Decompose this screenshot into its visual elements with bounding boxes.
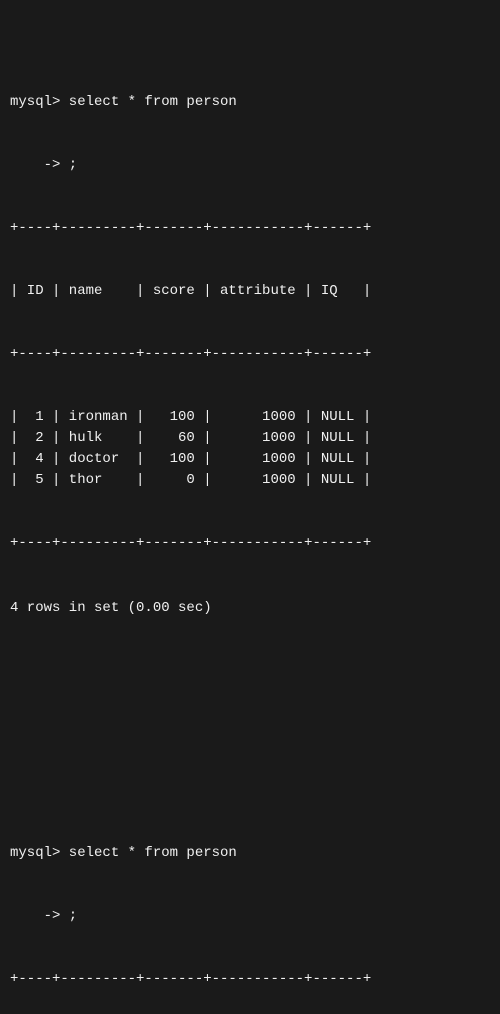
result-info-block1: 4 rows in set (0.00 sec): [10, 598, 490, 619]
table-row: | 5 | thor | 0 | 1000 | NULL |: [10, 470, 490, 491]
divider-top-block1: +----+---------+-------+-----------+----…: [10, 218, 490, 239]
table-row: | 1 | ironman | 100 | 1000 | NULL |: [10, 407, 490, 428]
table-rows-block1: | 1 | ironman | 100 | 1000 | NULL || 2 |…: [10, 407, 490, 491]
divider-mid-block1: +----+---------+-------+-----------+----…: [10, 344, 490, 365]
divider-top-block2: +----+---------+-------+-----------+----…: [10, 969, 490, 990]
table-row: | 4 | doctor | 100 | 1000 | NULL |: [10, 449, 490, 470]
prompt-line-2-block2: -> ;: [10, 906, 490, 927]
prompt-line-1-block1: mysql> select * from person: [10, 92, 490, 113]
table-header-block1: | ID | name | score | attribute | IQ |: [10, 281, 490, 302]
terminal-container: mysql> select * from person -> ; +----+-…: [10, 8, 490, 499]
table-row: | 2 | hulk | 60 | 1000 | NULL |: [10, 428, 490, 449]
divider-bot-block1: +----+---------+-------+-----------+----…: [10, 533, 490, 554]
query-block-1: mysql> select * from person -> ; +----+-…: [10, 50, 490, 663]
prompt-line-1-block2: mysql> select * from person: [10, 843, 490, 864]
query-block-2: mysql> select * from person -> ; +----+-…: [10, 801, 490, 1014]
prompt-line-2-block1: -> ;: [10, 155, 490, 176]
